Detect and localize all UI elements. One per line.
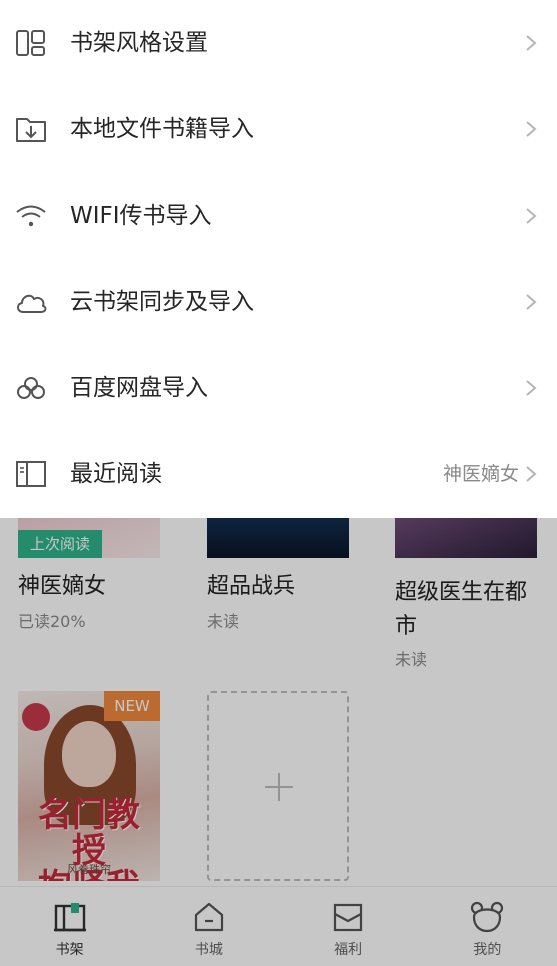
cloud-icon: [17, 294, 47, 313]
menu-item-label: 本地文件书籍导入: [70, 116, 254, 143]
menu-item-shelf-style[interactable]: 书架风格设置: [0, 0, 557, 86]
chevron-right-icon: [526, 207, 537, 224]
chevron-right-icon: [526, 121, 537, 138]
wifi-icon: [16, 205, 46, 226]
shelf-menu-sheet: 书架风格设置 本地文件书籍导入 WIFI传书导入 云书架同步及导入 百度网盘导入…: [0, 0, 557, 518]
menu-item-label: 云书架同步及导入: [70, 288, 254, 315]
chevron-right-icon: [526, 380, 537, 396]
recent-book-icon: [16, 461, 46, 488]
recent-book-title: 神医嫡女: [442, 463, 519, 486]
import-file-icon: [16, 118, 46, 143]
chevron-right-icon: [526, 466, 537, 483]
chevron-right-icon: [526, 294, 537, 310]
layout-icon: [16, 30, 45, 56]
menu-item-recent-read[interactable]: 最近阅读 神医嫡女: [0, 431, 557, 517]
chevron-right-icon: [526, 35, 537, 51]
menu-item-label: 百度网盘导入: [70, 375, 208, 402]
menu-item-baidu-pan[interactable]: 百度网盘导入: [0, 345, 557, 431]
menu-item-cloud-sync[interactable]: 云书架同步及导入: [0, 259, 557, 345]
menu-item-label: WIFI传书导入: [70, 202, 212, 229]
menu-item-label: 最近阅读: [70, 461, 162, 488]
baidu-pan-icon: [17, 377, 45, 400]
menu-item-wifi-import[interactable]: WIFI传书导入: [0, 173, 557, 259]
bookshelf-page: 上次阅读 神医嫡女 已读20% 超品战兵 未读 超级医生在都市 未读 名门教授抱…: [0, 0, 557, 966]
menu-item-label: 书架风格设置: [70, 30, 208, 56]
menu-item-local-import[interactable]: 本地文件书籍导入: [0, 86, 557, 172]
